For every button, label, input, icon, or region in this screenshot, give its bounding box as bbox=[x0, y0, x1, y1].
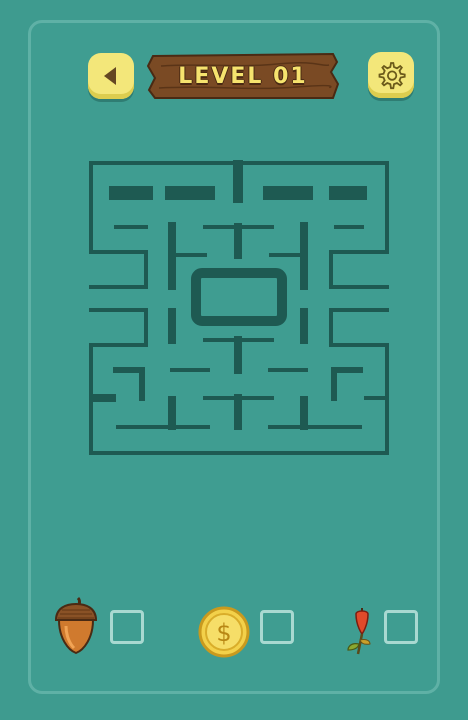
maze-wall bbox=[89, 308, 389, 455]
acorn-slot bbox=[110, 610, 144, 644]
coin-icon: $ bbox=[198, 606, 250, 658]
maze-wall bbox=[331, 367, 363, 401]
maze-wall bbox=[234, 161, 389, 254]
rosehip-slot bbox=[384, 610, 418, 644]
coin-symbol: $ bbox=[216, 619, 231, 647]
maze-wall bbox=[329, 250, 389, 289]
coin-slot bbox=[260, 610, 294, 644]
rosehip-icon bbox=[347, 608, 371, 655]
maze-wall bbox=[113, 367, 145, 401]
maze-center-box bbox=[191, 268, 287, 326]
acorn-icon bbox=[54, 596, 98, 655]
